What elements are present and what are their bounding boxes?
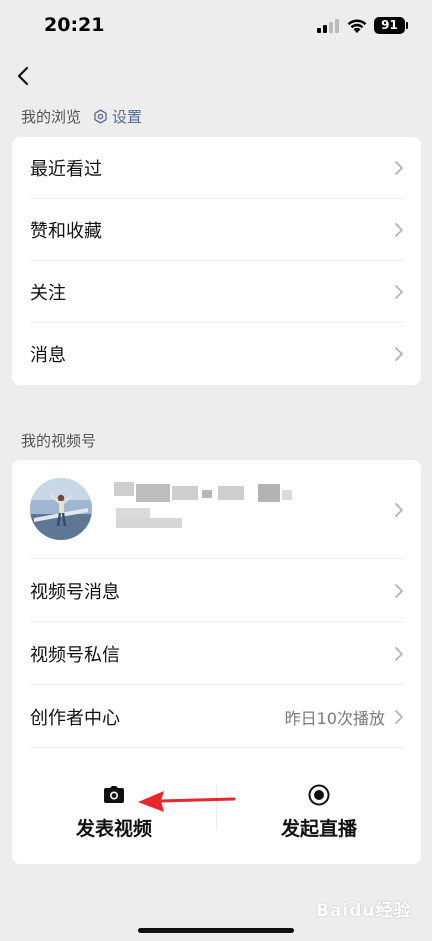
messages-row[interactable]: 消息 — [12, 323, 421, 385]
chevron-right-icon — [395, 583, 403, 598]
status-bar: 20:21 91 — [0, 0, 432, 54]
channels-section-title: 我的视频号 — [21, 432, 97, 450]
baidu-watermark: Baidu经验 — [316, 901, 412, 921]
recently-viewed-label: 最近看过 — [30, 159, 102, 180]
channel-profile-row[interactable] — [12, 460, 421, 559]
battery-indicator: 91 — [374, 17, 408, 34]
channel-messages-label: 视频号消息 — [30, 581, 120, 603]
live-record-icon — [308, 784, 330, 806]
creator-center-label: 创作者中心 — [30, 707, 120, 729]
browse-card: 最近看过 赞和收藏 关注 消息 — [12, 137, 421, 385]
post-video-label: 发表视频 — [75, 818, 152, 840]
chevron-right-icon — [395, 709, 403, 724]
chevron-right-icon — [395, 285, 403, 299]
back-button[interactable] — [10, 62, 38, 90]
chevron-right-icon — [395, 223, 403, 237]
settings-icon — [94, 109, 107, 124]
likes-favorites-label: 赞和收藏 — [30, 221, 102, 242]
following-label: 关注 — [30, 283, 66, 304]
chevron-right-icon — [395, 502, 403, 517]
chevron-right-icon — [395, 161, 403, 175]
wifi-icon — [347, 19, 367, 33]
browse-section-title: 我的浏览 — [21, 108, 82, 126]
camera-icon — [104, 786, 124, 803]
creator-center-plays: 昨日10次播放 — [284, 708, 385, 728]
browse-section-header: 我的浏览 设置 — [21, 106, 142, 127]
recently-viewed-row[interactable]: 最近看过 — [12, 137, 421, 199]
following-row[interactable]: 关注 — [12, 261, 421, 323]
avatar — [30, 478, 92, 540]
settings-label: 设置 — [112, 108, 143, 126]
channel-messages-row[interactable]: 视频号消息 — [12, 559, 421, 622]
channels-section-header: 我的视频号 — [21, 430, 96, 451]
channel-private-messages-row[interactable]: 视频号私信 — [12, 622, 421, 685]
likes-favorites-row[interactable]: 赞和收藏 — [12, 199, 421, 261]
status-time: 20:21 — [44, 14, 105, 36]
home-indicator — [138, 928, 294, 933]
chevron-right-icon — [395, 646, 403, 661]
signal-icon — [317, 19, 339, 33]
start-live-label: 发起直播 — [280, 818, 357, 840]
creator-center-row[interactable]: 创作者中心 昨日10次播放 — [12, 685, 421, 748]
settings-link[interactable]: 设置 — [93, 106, 142, 127]
messages-label: 消息 — [30, 345, 66, 366]
chevron-right-icon — [395, 347, 403, 361]
channel-private-messages-label: 视频号私信 — [30, 644, 120, 666]
start-live-button[interactable]: 发起直播 — [217, 748, 421, 864]
red-arrow-annotation — [138, 791, 236, 812]
